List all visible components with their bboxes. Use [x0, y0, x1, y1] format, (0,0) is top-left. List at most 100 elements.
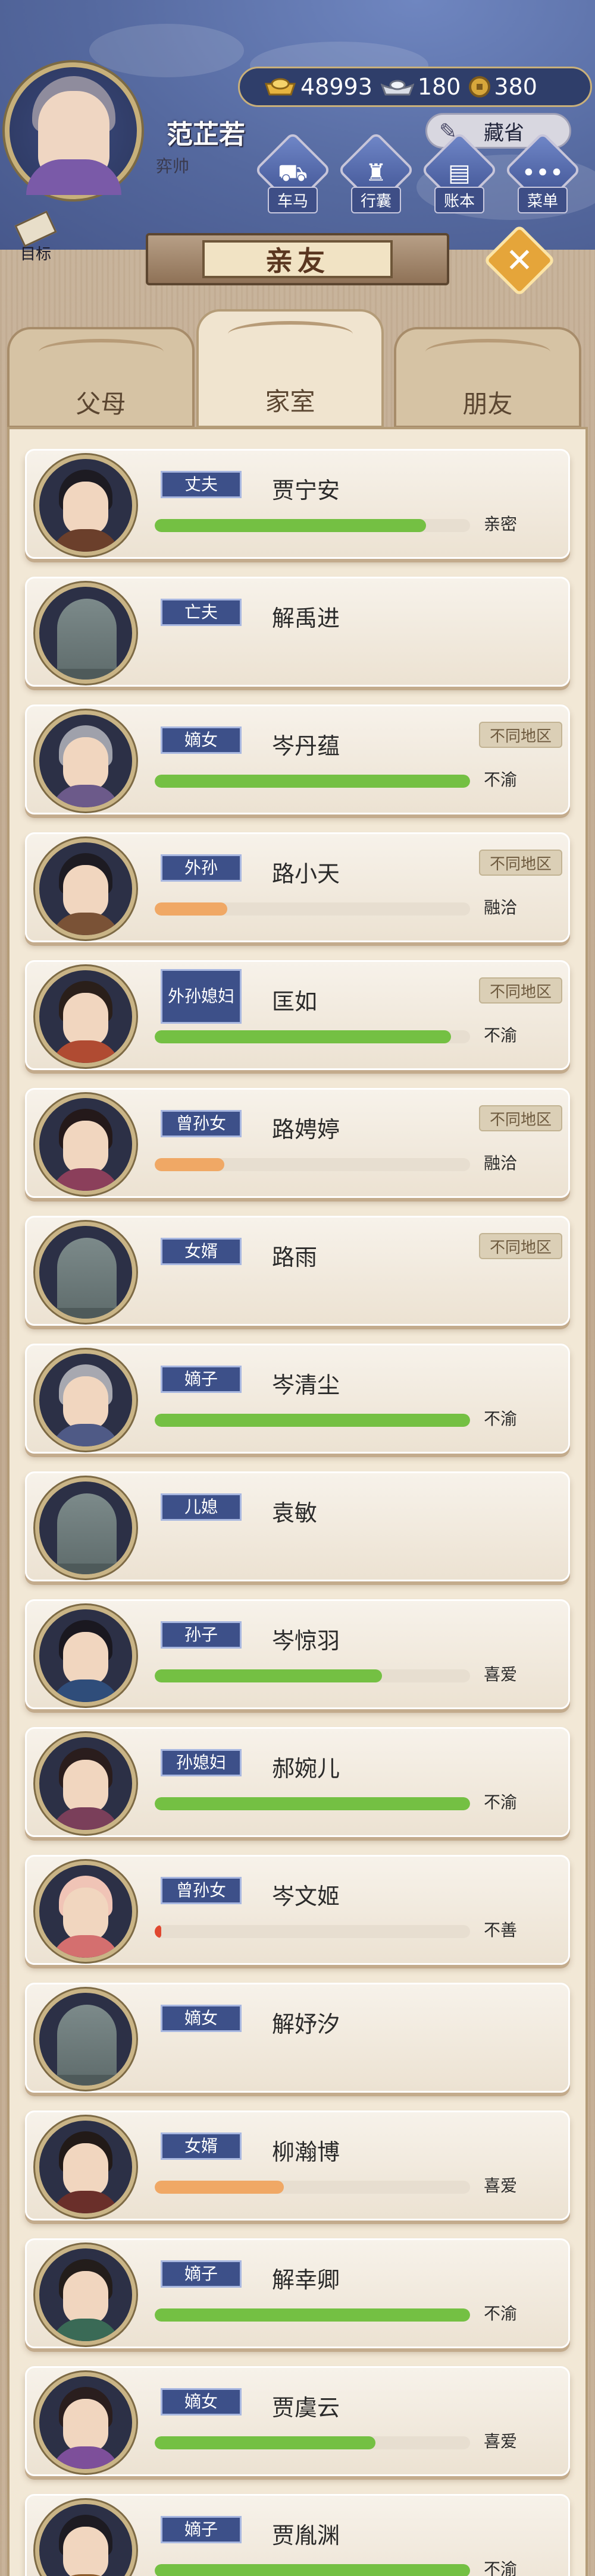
relative-card[interactable]: 丈夫 贾宁安 亲密: [25, 449, 570, 559]
relative-card[interactable]: 嫡女 岑丹蕴 不同地区 不渝: [25, 704, 570, 814]
portrait-robe: [51, 1807, 120, 1830]
close-icon: ✕: [505, 241, 534, 280]
player-avatar[interactable]: [5, 62, 142, 199]
relative-name: 柳瀚博: [272, 2139, 340, 2165]
portrait-robe: [51, 785, 120, 807]
nav-bag-button[interactable]: ♜ 行囊: [337, 131, 415, 226]
region-tag: 不同地区: [479, 1105, 562, 1131]
affinity-bar: [155, 2564, 470, 2576]
portrait-avatar: [35, 1989, 136, 2090]
relative-name: 路小天: [272, 861, 340, 887]
nav-label: 账本: [434, 187, 484, 213]
portrait-avatar: [35, 2372, 136, 2473]
region-tag: 不同地区: [479, 722, 562, 748]
portrait-robe: [51, 2191, 120, 2213]
affinity-label: 不渝: [484, 1409, 518, 1429]
affinity-bar: [155, 1925, 470, 1938]
affinity-label: 融洽: [484, 898, 518, 917]
portrait-face: [63, 2271, 108, 2325]
nav-ledger-button[interactable]: ▤ 账本: [420, 131, 499, 226]
relative-card[interactable]: 孙子 岑惊羽 喜爱: [25, 1599, 570, 1709]
goal-label: 目标: [20, 246, 52, 263]
portrait-avatar: [35, 1861, 136, 1962]
affinity-label: 不渝: [484, 1792, 518, 1812]
coin-amount: 380: [494, 74, 537, 100]
affinity-label: 喜爱: [484, 2432, 518, 2451]
portrait-face: [63, 2143, 108, 2197]
relative-name: 路雨: [272, 1244, 318, 1270]
tab-friends[interactable]: 朋友: [394, 327, 581, 428]
portrait-avatar: [35, 455, 136, 556]
relative-card[interactable]: 嫡女 解妤汐: [25, 1983, 570, 2093]
affinity-fill: [155, 2564, 470, 2576]
portrait-face: [63, 1760, 108, 1813]
relation-tag: 嫡女: [161, 726, 242, 754]
relation-tag: 儿媳: [161, 1493, 242, 1521]
copper-coin-icon: [469, 76, 491, 97]
affinity-bar: [155, 1797, 470, 1810]
relative-card[interactable]: 嫡子 解幸卿 不渝: [25, 2238, 570, 2348]
affinity-fill: [155, 1797, 470, 1810]
relative-card[interactable]: 嫡女 贾虞云 喜爱: [25, 2366, 570, 2476]
relative-card[interactable]: 儿媳 袁敏: [25, 1471, 570, 1581]
portrait-robe: [51, 1168, 120, 1191]
portrait-robe: [51, 2446, 120, 2469]
affinity-fill: [155, 1669, 382, 1682]
affinity-label: 不渝: [484, 2559, 518, 2576]
region-tag: 不同地区: [479, 850, 562, 876]
relative-name: 解禹进: [272, 605, 340, 631]
nav-menu-button[interactable]: ••• 菜单: [503, 131, 582, 226]
tab-family[interactable]: 家室: [196, 309, 384, 428]
cloud-swirl-icon: [38, 339, 164, 365]
cloud-swirl-icon: [227, 321, 353, 347]
relative-card[interactable]: 孙媳妇 郝婉儿 不渝: [25, 1727, 570, 1837]
cloud-swirl-icon: [425, 339, 550, 365]
affinity-bar: [155, 1414, 470, 1427]
relative-card[interactable]: 外孙媳妇 匡如 不同地区 不渝: [25, 960, 570, 1070]
affinity-bar: [155, 775, 470, 788]
relation-tag: 嫡女: [161, 2388, 242, 2415]
relative-card[interactable]: 嫡子 岑清尘 不渝: [25, 1344, 570, 1454]
silver-ingot-icon: [380, 80, 414, 96]
tab-parents[interactable]: 父母: [7, 327, 195, 428]
relative-card[interactable]: 曾孙女 路娉婷 不同地区 融洽: [25, 1088, 570, 1198]
affinity-fill: [155, 1925, 161, 1938]
relative-card[interactable]: 嫡子 贾胤渊 不渝: [25, 2494, 570, 2576]
nav-label: 行囊: [350, 187, 401, 213]
relative-card[interactable]: 女婿 路雨 不同地区: [25, 1216, 570, 1326]
portrait-face: [63, 482, 108, 535]
relative-name: 贾虞云: [272, 2395, 340, 2421]
relative-card[interactable]: 曾孙女 岑文姬 不善: [25, 1855, 570, 1965]
portrait-avatar: [35, 2116, 136, 2218]
relative-name: 郝婉儿: [272, 1756, 340, 1782]
tombstone-icon: [50, 599, 124, 680]
nav-label: 车马: [267, 187, 318, 213]
nav-carriage-button[interactable]: ⛟ 车马: [253, 131, 332, 226]
portrait-avatar: [35, 838, 136, 939]
player-name: 范芷若: [167, 119, 245, 150]
relative-card[interactable]: 女婿 柳瀚博 喜爱: [25, 2111, 570, 2220]
carriage-icon: ⛟: [277, 159, 308, 187]
ledger-icon: ▤: [448, 159, 471, 187]
relative-name: 岑丹蕴: [272, 733, 340, 759]
relation-tag: 外孙媳妇: [161, 969, 242, 1024]
goal-button[interactable]: 目标: [5, 210, 64, 265]
gold-ingot-icon: [264, 78, 296, 96]
affinity-label: 融洽: [484, 1153, 518, 1173]
silver-amount: 180: [417, 74, 461, 100]
relative-card[interactable]: 亡夫 解禹进: [25, 577, 570, 687]
relation-tag: 孙子: [161, 1621, 242, 1649]
portrait-face: [63, 865, 108, 919]
portrait-face: [63, 1888, 108, 1941]
affinity-bar: [155, 2436, 470, 2449]
portrait-avatar: [35, 710, 136, 812]
affinity-label: 不渝: [484, 2304, 518, 2323]
menu-icon: •••: [521, 159, 564, 187]
gold-amount: 48993: [300, 74, 372, 100]
relative-name: 袁敏: [272, 1500, 318, 1526]
relative-card[interactable]: 外孙 路小天 不同地区 融洽: [25, 832, 570, 942]
portrait-robe: [51, 529, 120, 552]
affinity-label: 不渝: [484, 1026, 518, 1045]
relation-tag: 嫡子: [161, 2516, 242, 2543]
portrait-avatar: [35, 1477, 136, 1578]
